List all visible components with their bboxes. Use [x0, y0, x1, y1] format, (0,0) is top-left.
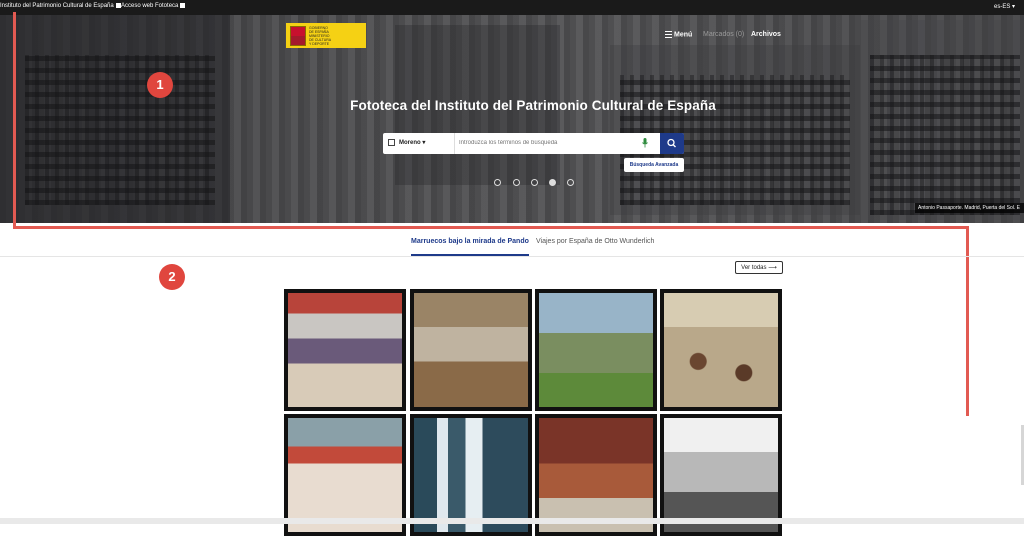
annotation-badge-2: 2	[159, 264, 185, 290]
annotation-line	[13, 12, 16, 229]
annotation-line	[13, 226, 969, 229]
photo-image	[664, 293, 778, 407]
photo-image	[539, 418, 653, 532]
photo-image	[539, 293, 653, 407]
calendar-icon	[388, 138, 395, 146]
advanced-search-button[interactable]: Búsqueda Avanzada	[624, 158, 684, 172]
topbar-link-institute[interactable]: Instituto del Patrimonio Cultural de Esp…	[0, 3, 121, 9]
photo-image	[664, 418, 778, 532]
bookmarks-label: Marcados (0)	[703, 31, 745, 38]
archives-link[interactable]: Archivos	[751, 31, 781, 38]
menu-label: Menú	[674, 31, 693, 39]
external-link-icon	[180, 3, 186, 8]
chevron-down-icon: ▾	[1012, 4, 1016, 10]
language-label: es-ES	[994, 4, 1011, 10]
menu-button[interactable]: Menú	[665, 31, 692, 38]
search-icon	[667, 138, 676, 148]
archives-label: Archivos	[751, 31, 781, 38]
top-bar: Instituto del Patrimonio Cultural de Esp…	[0, 0, 1024, 15]
arrow-right-icon: ⟶	[768, 265, 777, 271]
coat-of-arms-icon	[290, 25, 306, 46]
photo-image	[288, 418, 402, 532]
tab-marruecos[interactable]: Marruecos bajo la mirada de Pando	[411, 238, 529, 256]
government-logo[interactable]: GOBIERNO DE ESPAÑA MINISTERIO DE CULTURA…	[286, 23, 366, 48]
hero-title: Fototeca del Instituto del Patrimonio Cu…	[350, 98, 716, 113]
search-scope-dropdown[interactable]: Moreno ▾	[383, 133, 455, 154]
search-bar: Moreno ▾	[383, 133, 684, 154]
photo-image	[288, 293, 402, 407]
carousel-dot-active[interactable]	[549, 179, 556, 186]
bottom-strip	[0, 518, 1024, 524]
carousel-dot[interactable]	[531, 179, 538, 186]
logo-caption: GOBIERNO DE ESPAÑA MINISTERIO DE CULTURA…	[309, 25, 331, 46]
see-all-button[interactable]: Ver todas ⟶	[735, 261, 783, 274]
hero-photo-windows-left	[25, 55, 215, 205]
search-button[interactable]	[660, 133, 684, 154]
microphone-icon[interactable]	[642, 138, 648, 148]
carousel-dot[interactable]	[494, 179, 501, 186]
tab-wunderlich[interactable]: Viajes por España de Otto Wunderlich	[536, 238, 654, 245]
gallery-photo-tanneries[interactable]	[660, 289, 782, 411]
annotation-badge-1: 1	[147, 72, 173, 98]
topbar-link-web-access[interactable]: Acceso web Fototeca	[121, 3, 186, 10]
topbar-link-web-access-label: Acceso web Fototeca	[121, 3, 179, 10]
see-all-label: Ver todas	[741, 265, 767, 271]
language-selector[interactable]: es-ES ▾	[994, 3, 1015, 10]
bookmarks-link[interactable]: Marcados (0)	[703, 31, 744, 38]
photo-image	[414, 418, 528, 532]
gallery-photo-village-men[interactable]	[410, 289, 532, 411]
carousel-dot[interactable]	[567, 179, 574, 186]
chevron-down-icon: ▾	[422, 140, 426, 146]
collection-tabs: Marruecos bajo la mirada de Pando Viajes…	[0, 235, 1024, 257]
gallery-photo-women-carrying-jars[interactable]	[535, 289, 657, 411]
search-input[interactable]	[459, 136, 649, 150]
topbar-link-institute-label: Instituto del Patrimonio Cultural de Esp…	[0, 3, 114, 10]
photo-image	[414, 293, 528, 407]
carousel-dot[interactable]	[513, 179, 520, 186]
hamburger-icon	[665, 31, 672, 38]
hero-banner	[0, 15, 1024, 223]
gallery-photo-souk-fabrics[interactable]	[284, 289, 406, 411]
hero-photo-caption: Antonio Passaporte. Madrid, Puerta del S…	[915, 203, 1024, 213]
external-link-icon	[115, 3, 121, 8]
hero-photo-windows-far-right	[870, 55, 1020, 215]
search-scope-label: Moreno	[399, 140, 421, 146]
